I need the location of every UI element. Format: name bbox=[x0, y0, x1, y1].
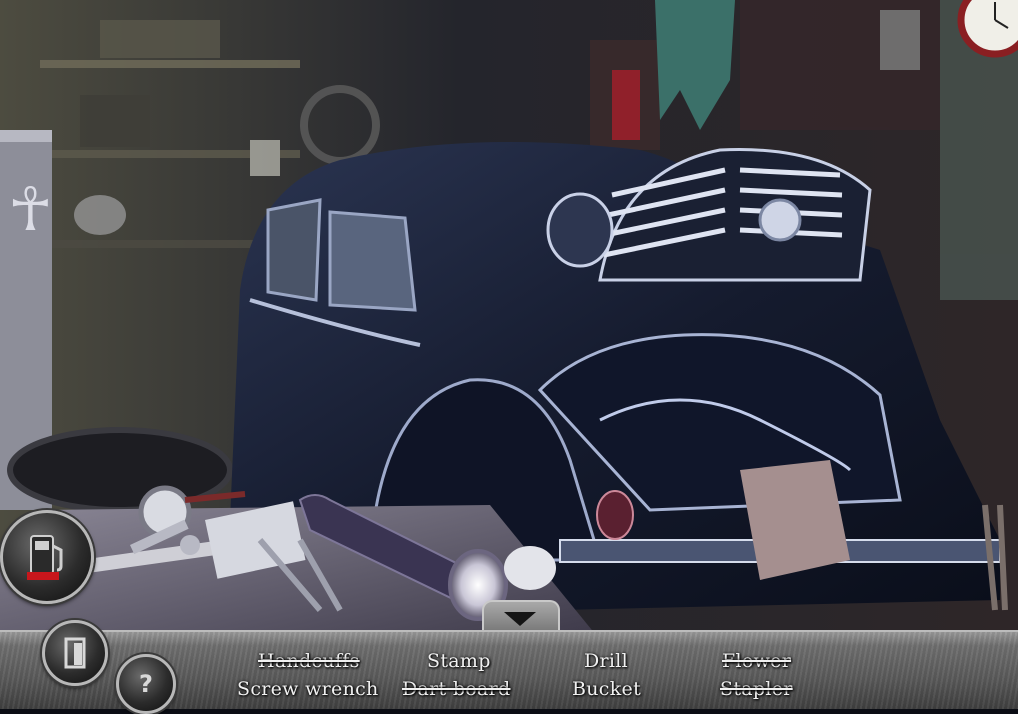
garage-scene-art[interactable]: ☥ bbox=[0, 0, 1018, 640]
fuel-pump-icon bbox=[27, 535, 63, 580]
help-button[interactable]: ? bbox=[116, 654, 176, 714]
item-bucket: Bucket bbox=[572, 678, 642, 700]
arrow-down-icon bbox=[504, 612, 536, 626]
item-dart-board: Dart board bbox=[402, 678, 511, 700]
hint-button[interactable] bbox=[0, 510, 94, 604]
crumpled-paper bbox=[504, 546, 556, 590]
svg-text:☥: ☥ bbox=[8, 175, 53, 245]
question-mark-icon: ? bbox=[139, 670, 153, 698]
item-handcuffs: Handcuffs bbox=[258, 650, 360, 672]
wall-clock bbox=[957, 0, 1018, 58]
compact-disc bbox=[758, 198, 802, 242]
item-flower: Flower bbox=[722, 650, 792, 672]
item-screw-wrench: Screw wrench bbox=[237, 678, 379, 700]
item-drill: Drill bbox=[584, 650, 629, 672]
headlight bbox=[546, 192, 614, 268]
item-stamp: Stamp bbox=[427, 650, 491, 672]
door-icon bbox=[64, 637, 86, 669]
exit-button[interactable] bbox=[42, 620, 108, 686]
item-stapler: Stapler bbox=[720, 678, 793, 700]
hidden-object-scene[interactable]: ☥ bbox=[0, 0, 1018, 640]
